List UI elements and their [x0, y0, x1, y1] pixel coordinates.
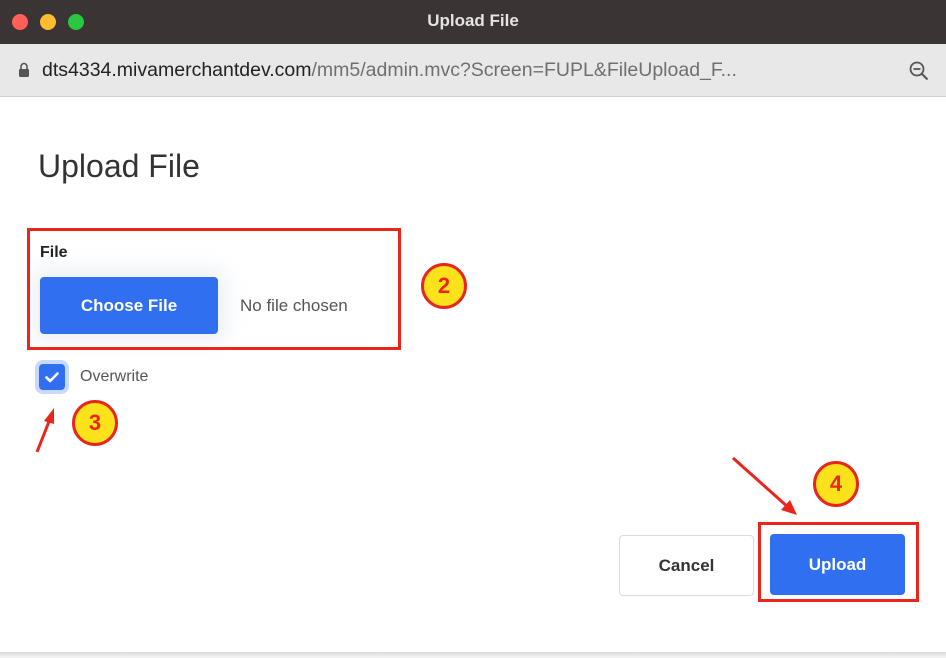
annotation-arrows: [35, 408, 797, 515]
arrow-to-checkbox: [35, 408, 54, 453]
arrow-to-upload: [732, 456, 797, 515]
window-bottom-edge: [0, 652, 946, 658]
